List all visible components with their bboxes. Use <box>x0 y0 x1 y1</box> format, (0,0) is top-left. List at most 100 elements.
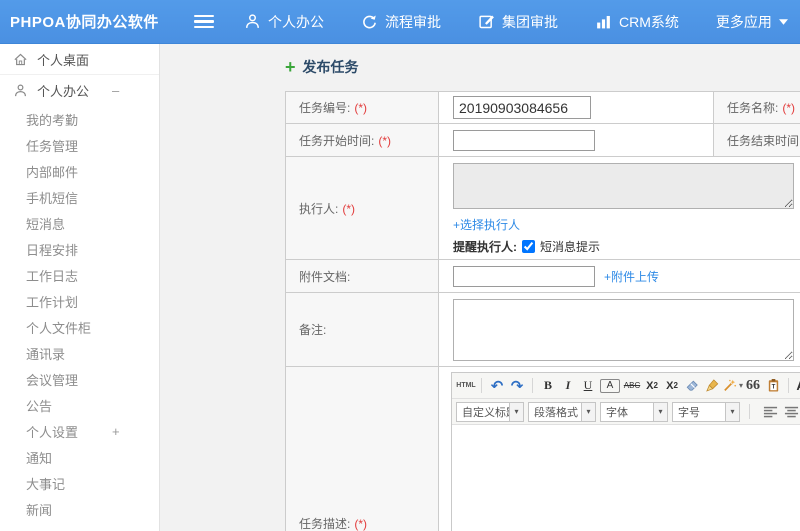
main-content: + 发布任务 任务编号:(*) 任务名称:(*) <box>160 44 800 531</box>
form-cell: 附件文档: <box>285 259 439 293</box>
alignment-buttons <box>761 403 800 421</box>
form-cell <box>438 123 714 157</box>
align-center-icon[interactable] <box>782 403 800 421</box>
subscript-button[interactable]: X2 <box>662 376 682 396</box>
sidebar: 个人桌面 个人办公 – 我的考勤 任务管理 内部邮件 手机短信 短消息 日程安排… <box>0 44 160 531</box>
form-row-task-time: 任务开始时间:(*) 任务结束时间:(*) <box>285 123 800 157</box>
sidebar-subitem[interactable]: 短消息 <box>0 210 159 236</box>
sms-remind-checkbox[interactable] <box>522 240 535 253</box>
caret-down-icon: ▾ <box>581 402 595 421</box>
required-mark: (*) <box>342 201 356 216</box>
executor-textarea[interactable] <box>453 163 794 209</box>
choose-executor-link[interactable]: +选择执行人 <box>453 218 520 232</box>
editor-content-area[interactable] <box>452 425 800 531</box>
magic-wand-icon[interactable]: ▾ <box>722 376 743 396</box>
start-time-input[interactable] <box>453 129 595 151</box>
sidebar-subitem[interactable]: 工作计划 <box>0 288 159 314</box>
attachment-input[interactable] <box>453 265 595 287</box>
form-cell: 任务结束时间:(*) <box>713 123 800 157</box>
form-cell: 任务开始时间: (*) <box>285 123 439 157</box>
nav-more-apps[interactable]: 更多应用 <box>716 12 788 32</box>
remark-textarea[interactable] <box>453 298 794 361</box>
form-cell: 任务编号: (*) <box>285 91 439 124</box>
blockquote-button[interactable]: 66 <box>743 376 763 396</box>
process-icon <box>363 15 376 29</box>
form-cell: HTML ↶ ↷ B I U A ABC X 2 X 2 ▾ 66 T 自定义标… <box>438 366 800 531</box>
form-cell: 任务名称: (*) <box>713 91 800 124</box>
editor-html-source-button[interactable]: HTML <box>456 376 476 396</box>
required-mark: (*) <box>354 517 368 531</box>
add-icon: + <box>285 57 296 77</box>
required-mark: (*) <box>782 101 796 115</box>
sidebar-subitem[interactable]: 新闻 <box>0 496 159 522</box>
nav-crm-system[interactable]: CRM系统 <box>595 12 679 32</box>
attachment-upload-link[interactable]: +附件上传 <box>604 268 659 285</box>
expand-icon[interactable]: + <box>112 424 120 439</box>
svg-text:T: T <box>771 383 775 390</box>
underline-button[interactable]: U <box>578 376 598 396</box>
strikethrough-button[interactable]: ABC <box>622 376 642 396</box>
undo-icon[interactable]: ↶ <box>487 376 507 396</box>
form-cell <box>438 292 800 367</box>
nav-group-approval[interactable]: 集团审批 <box>478 12 558 32</box>
sidebar-item-personal-office[interactable]: 个人办公 – <box>0 75 159 106</box>
edit-icon <box>479 15 494 29</box>
caret-down-icon: ▾ <box>653 402 667 421</box>
task-no-label: 任务编号: <box>299 101 351 115</box>
attachment-label: 附件文档: <box>299 269 351 284</box>
task-no-input[interactable] <box>453 96 591 119</box>
redo-icon[interactable]: ↷ <box>507 376 527 396</box>
sms-option-label: 短消息提示 <box>540 240 601 254</box>
start-time-label: 任务开始时间: <box>299 133 375 148</box>
nav-personal-office[interactable]: 个人办公 <box>244 12 324 32</box>
form-row-description: 任务描述: (*) HTML ↶ ↷ B I U A ABC X 2 X 2 ▾… <box>285 366 800 531</box>
top-bar: PHPOA协同办公软件 个人办公 流程审批 集团审批 CRM系统 更多应用 <box>0 0 800 44</box>
sidebar-subitem[interactable]: 个人文件柜 <box>0 314 159 340</box>
sidebar-subitem[interactable]: 个人设置 + <box>0 418 159 444</box>
remark-label: 备注: <box>299 323 327 337</box>
sidebar-subitem[interactable]: 通讯录 <box>0 340 159 366</box>
font-size-select[interactable]: 字号 ▾ <box>672 401 740 422</box>
font-style-button[interactable]: A <box>600 378 620 393</box>
sidebar-subitem[interactable]: 内部邮件 <box>0 158 159 184</box>
paste-text-icon[interactable]: T <box>763 376 783 396</box>
paragraph-format-select[interactable]: 段落格式 ▾ <box>528 401 596 422</box>
font-color-button[interactable]: A▾ <box>794 376 800 396</box>
sidebar-subitem[interactable]: 会议管理 <box>0 366 159 392</box>
menu-toggle-icon[interactable] <box>194 12 214 32</box>
sidebar-subitem[interactable]: 大事记 <box>0 470 159 496</box>
caret-down-icon: ▾ <box>725 402 739 421</box>
font-family-select[interactable]: 字体 ▾ <box>600 401 668 422</box>
sidebar-subitem[interactable]: 公告 <box>0 392 159 418</box>
app-logo: PHPOA协同办公软件 <box>10 14 159 31</box>
align-left-icon[interactable] <box>761 403 779 421</box>
sidebar-subitem[interactable]: 通知 <box>0 444 159 470</box>
collapse-icon[interactable]: – <box>112 83 119 98</box>
caret-down-icon <box>778 18 788 25</box>
format-brush-icon[interactable] <box>702 376 722 396</box>
eraser-icon[interactable] <box>682 376 702 396</box>
heading-select[interactable]: 自定义标题 ▾ <box>456 401 524 422</box>
italic-button[interactable]: I <box>558 376 578 396</box>
form-cell: +选择执行人 提醒执行人: 短消息提示 <box>438 156 800 260</box>
sidebar-subitem[interactable]: 任务管理 <box>0 132 159 158</box>
form-cell: 执行人: (*) <box>285 156 439 260</box>
editor-toolbar-bottom: 自定义标题 ▾ 段落格式 ▾ 字体 ▾ <box>452 399 800 425</box>
description-label: 任务描述: <box>299 517 351 531</box>
form-row-executor: 执行人: (*) +选择执行人 提醒执行人: 短消息提示 <box>285 156 800 260</box>
sidebar-subitem[interactable]: 手机短信 <box>0 184 159 210</box>
form-row-attachment: 附件文档: +附件上传 <box>285 259 800 293</box>
remind-executor-label: 提醒执行人: <box>453 240 517 254</box>
caret-down-icon: ▾ <box>509 402 523 421</box>
sidebar-item-desktop[interactable]: 个人桌面 <box>0 44 159 75</box>
bold-button[interactable]: B <box>538 376 558 396</box>
form-row-remark: 备注: <box>285 292 800 367</box>
required-mark: (*) <box>378 133 392 148</box>
sidebar-submenu: 我的考勤 任务管理 内部邮件 手机短信 短消息 日程安排 工作日志 工作计划 个… <box>0 106 159 522</box>
task-form: 任务编号:(*) 任务名称:(*) 任务开始时间:(*) <box>285 91 800 531</box>
sidebar-subitem[interactable]: 工作日志 <box>0 262 159 288</box>
nav-workflow-approval[interactable]: 流程审批 <box>361 12 441 32</box>
sidebar-subitem[interactable]: 我的考勤 <box>0 106 159 132</box>
superscript-button[interactable]: X2 <box>642 376 662 396</box>
sidebar-subitem[interactable]: 日程安排 <box>0 236 159 262</box>
